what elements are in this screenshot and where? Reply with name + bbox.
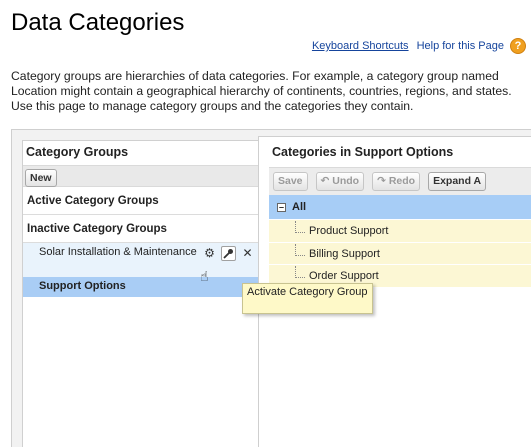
active-groups-header[interactable]: Active Category Groups — [23, 187, 261, 215]
redo-button[interactable]: ↷ Redo — [372, 172, 421, 191]
tree-node-label: Billing Support — [309, 247, 380, 260]
expand-all-button[interactable]: Expand A — [428, 172, 487, 191]
group-item-support-options[interactable]: Support Options — [23, 277, 261, 297]
key-icon[interactable] — [221, 246, 236, 261]
intro-text: Category groups are hierarchies of data … — [11, 69, 512, 113]
categories-panel-title: Categories in Support Options — [272, 145, 454, 159]
undo-button[interactable]: ↶ Undo — [315, 172, 365, 191]
help-page-link[interactable]: Help for this Page — [417, 40, 504, 52]
group-item-actions: ⚙ ✕ — [202, 246, 255, 261]
tree-node-product-support[interactable]: Product Support — [269, 219, 531, 242]
group-item-solar-installation[interactable]: Solar Installation & Maintenance ⚙ ✕ — [23, 243, 261, 277]
undo-icon: ↶ — [320, 175, 330, 187]
tree-connector — [295, 266, 305, 279]
category-groups-title: Category Groups — [26, 145, 129, 159]
close-icon[interactable]: ✕ — [240, 246, 255, 261]
category-groups-panel: Category Groups New Active Category Grou… — [22, 140, 262, 447]
gear-icon[interactable]: ⚙ — [202, 246, 217, 261]
tree-node-billing-support[interactable]: Billing Support — [269, 241, 531, 265]
tree-node-label: All — [292, 201, 307, 213]
save-button[interactable]: Save — [273, 172, 308, 191]
redo-label: Redo — [388, 175, 416, 187]
tree-node-label: Order Support — [309, 270, 379, 283]
categories-toolbar: Save ↶ Undo ↷ Redo Expand A — [269, 167, 531, 195]
help-links: Keyboard Shortcuts Help for this Page ? — [312, 38, 526, 54]
group-item-label: Solar Installation & Maintenance — [39, 246, 197, 258]
inactive-groups-header[interactable]: Inactive Category Groups — [23, 215, 261, 243]
hand-cursor-icon: ☝ — [200, 268, 209, 284]
tree-node-label: Product Support — [309, 224, 389, 237]
help-icon[interactable]: ? — [510, 38, 526, 54]
category-groups-toolbar: New — [23, 165, 261, 187]
page-title: Data Categories — [11, 9, 185, 36]
activate-tooltip: Activate Category Group — [242, 283, 373, 314]
tree-connector — [295, 243, 305, 256]
tree-node-all[interactable]: – All — [269, 195, 531, 219]
redo-icon: ↷ — [377, 175, 386, 187]
undo-label: Undo — [332, 175, 360, 187]
collapse-icon[interactable]: – — [277, 202, 286, 212]
category-tree: – All Product Support Billing Support Or… — [269, 195, 531, 288]
keyboard-shortcuts-link[interactable]: Keyboard Shortcuts — [312, 40, 409, 52]
tree-connector — [295, 220, 305, 233]
new-button[interactable]: New — [25, 169, 57, 187]
